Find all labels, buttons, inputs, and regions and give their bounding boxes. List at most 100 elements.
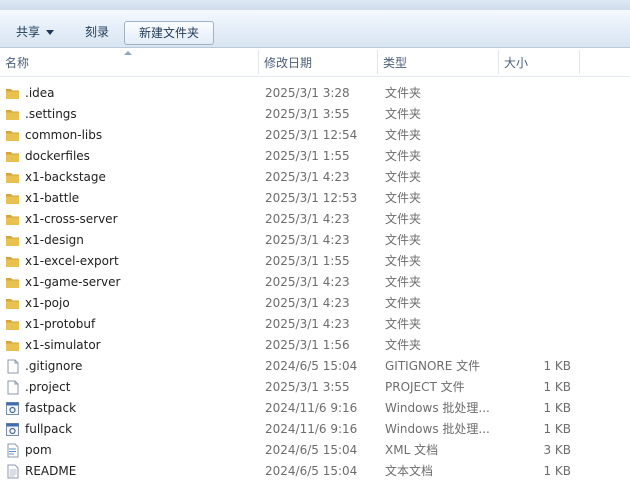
folder-icon [5, 338, 20, 353]
file-modified: 2025/3/1 12:53 [265, 191, 358, 205]
table-row[interactable]: README 2024/6/5 15:04 文本文档 1 KB [0, 461, 630, 482]
file-size: 1 KB [543, 359, 571, 373]
folder-icon [5, 317, 20, 332]
table-row[interactable]: .idea 2025/3/1 3:28 文件夹 [0, 83, 630, 104]
file-name: README [25, 464, 77, 478]
table-row[interactable]: x1-pojo 2025/3/1 4:23 文件夹 [0, 293, 630, 314]
folder-icon [5, 86, 20, 101]
folder-icon [5, 191, 20, 206]
column-header: 名称 修改日期 类型 大小 [0, 48, 630, 77]
file-type: 文件夹 [385, 296, 422, 310]
table-row[interactable]: dockerfiles 2025/3/1 1:55 文件夹 [0, 146, 630, 167]
file-icon [5, 380, 20, 395]
file-modified: 2025/3/1 4:23 [265, 212, 350, 226]
file-type: 文件夹 [385, 317, 422, 331]
table-row[interactable]: x1-battle 2025/3/1 12:53 文件夹 [0, 188, 630, 209]
file-type: Windows 批处理... [385, 401, 490, 415]
file-icon [5, 359, 20, 374]
file-type: 文件夹 [385, 275, 422, 289]
table-row[interactable]: x1-protobuf 2025/3/1 4:23 文件夹 [0, 314, 630, 335]
file-name: x1-game-server [25, 275, 121, 289]
file-name: x1-backstage [25, 170, 106, 184]
file-modified: 2025/3/1 3:28 [265, 86, 350, 100]
file-type: 文件夹 [385, 128, 422, 142]
address-bar-strip[interactable] [0, 0, 630, 10]
file-name: x1-battle [25, 191, 80, 205]
folder-icon [5, 212, 20, 227]
column-header-type[interactable]: 类型 [378, 48, 498, 76]
file-modified: 2025/3/1 12:54 [265, 128, 358, 142]
file-type: 文本文档 [385, 464, 434, 478]
file-list: .idea 2025/3/1 3:28 文件夹 .settings 2025/3/1 3… [0, 83, 630, 482]
table-row[interactable]: x1-backstage 2025/3/1 4:23 文件夹 [0, 167, 630, 188]
file-name: x1-simulator [25, 338, 101, 352]
file-size: 1 KB [543, 380, 571, 394]
file-modified: 2024/6/5 15:04 [265, 464, 358, 478]
file-type: 文件夹 [385, 191, 422, 205]
table-row[interactable]: x1-design 2025/3/1 4:23 文件夹 [0, 230, 630, 251]
folder-icon [5, 128, 20, 143]
file-modified: 2025/3/1 1:55 [265, 254, 350, 268]
column-divider[interactable] [579, 50, 580, 74]
file-type: 文件夹 [385, 149, 422, 163]
file-name: x1-design [25, 233, 84, 247]
file-name: fastpack [25, 401, 77, 415]
file-name: .idea [25, 86, 55, 100]
file-modified: 2025/3/1 4:23 [265, 317, 350, 331]
table-row[interactable]: x1-simulator 2025/3/1 1:56 文件夹 [0, 335, 630, 356]
file-size: 1 KB [543, 464, 571, 478]
file-name: x1-cross-server [25, 212, 118, 226]
file-type: 文件夹 [385, 170, 422, 184]
table-row[interactable]: fastpack 2024/11/6 9:16 Windows 批处理... 1 KB [0, 398, 630, 419]
share-label: 共享 [16, 25, 41, 39]
file-modified: 2025/3/1 4:23 [265, 275, 350, 289]
column-header-size[interactable]: 大小 [499, 48, 579, 76]
folder-icon [5, 149, 20, 164]
file-size: 3 KB [543, 443, 571, 457]
folder-icon [5, 233, 20, 248]
file-name: .gitignore [25, 359, 83, 373]
file-modified: 2024/6/5 15:04 [265, 443, 358, 457]
file-modified: 2025/3/1 4:23 [265, 170, 350, 184]
table-row[interactable]: .settings 2025/3/1 3:55 文件夹 [0, 104, 630, 125]
folder-icon [5, 254, 20, 269]
file-name: fullpack [25, 422, 73, 436]
file-type: 文件夹 [385, 86, 422, 100]
file-type: 文件夹 [385, 254, 422, 268]
table-row[interactable]: fullpack 2024/11/6 9:16 Windows 批处理... 1 KB [0, 419, 630, 440]
file-type: PROJECT 文件 [385, 380, 465, 394]
file-name: common-libs [25, 128, 103, 142]
table-row[interactable]: x1-excel-export 2025/3/1 1:55 文件夹 [0, 251, 630, 272]
file-type: 文件夹 [385, 107, 422, 121]
table-row[interactable]: x1-cross-server 2025/3/1 4:23 文件夹 [0, 209, 630, 230]
file-name: x1-pojo [25, 296, 70, 310]
file-type: XML 文档 [385, 443, 439, 457]
file-type: 文件夹 [385, 233, 422, 247]
table-row[interactable]: common-libs 2025/3/1 12:54 文件夹 [0, 125, 630, 146]
xml-file-icon [5, 443, 20, 458]
column-header-modified[interactable]: 修改日期 [259, 48, 377, 76]
chevron-down-icon [46, 30, 55, 35]
file-modified: 2024/11/6 9:16 [265, 422, 358, 436]
file-modified: 2025/3/1 1:56 [265, 338, 350, 352]
burn-button[interactable]: 刻录 [75, 19, 119, 45]
share-button[interactable]: 共享 [6, 19, 64, 45]
folder-icon [5, 107, 20, 122]
file-type: GITIGNORE 文件 [385, 359, 481, 373]
file-modified: 2025/3/1 3:55 [265, 380, 350, 394]
batch-file-icon [5, 422, 20, 437]
table-row[interactable]: .gitignore 2024/6/5 15:04 GITIGNORE 文件 1 KB [0, 356, 630, 377]
column-header-name[interactable]: 名称 [0, 48, 258, 76]
new-folder-button[interactable]: 新建文件夹 [124, 21, 214, 45]
file-name: .project [25, 380, 71, 394]
file-name: dockerfiles [25, 149, 90, 163]
file-modified: 2025/3/1 1:55 [265, 149, 350, 163]
folder-icon [5, 296, 20, 311]
table-row[interactable]: pom 2024/6/5 15:04 XML 文档 3 KB [0, 440, 630, 461]
table-row[interactable]: x1-game-server 2025/3/1 4:23 文件夹 [0, 272, 630, 293]
file-modified: 2025/3/1 3:55 [265, 107, 350, 121]
file-name: pom [25, 443, 52, 457]
file-type: Windows 批处理... [385, 422, 490, 436]
table-row[interactable]: .project 2025/3/1 3:55 PROJECT 文件 1 KB [0, 377, 630, 398]
file-name: x1-protobuf [25, 317, 96, 331]
